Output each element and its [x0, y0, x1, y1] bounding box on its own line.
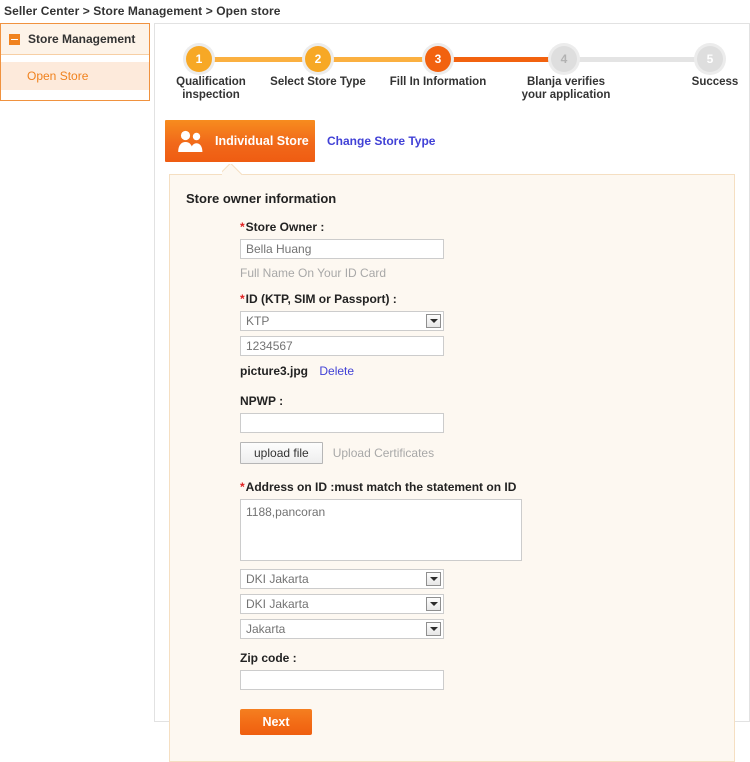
step-number-3: 3 — [434, 52, 442, 66]
breadcrumb: Seller Center > Store Management > Open … — [4, 4, 281, 18]
content-panel: 1 2 3 4 5 Qualification inspection Selec… — [154, 23, 750, 762]
sidebar-item-open-store[interactable]: Open Store — [1, 62, 149, 90]
stepper-bar-1-2 — [199, 57, 315, 62]
store-owner-label: *Store Owner : — [240, 220, 734, 234]
page-title: Store owner information — [186, 191, 337, 206]
store-owner-label-text: Store Owner : — [245, 220, 325, 234]
step-circle-3[interactable]: 3 — [425, 46, 451, 72]
store-owner-form-card: Store owner information *Store Owner : F… — [169, 174, 735, 762]
stepper-track: 1 2 3 4 5 Qualification inspection Selec… — [173, 43, 738, 101]
tab-pointer-triangle — [222, 164, 244, 175]
step-label-4: Blanja verifies your application — [521, 76, 611, 101]
zip-code-input[interactable] — [240, 670, 444, 690]
npwp-input[interactable] — [240, 413, 444, 433]
sidebar-header[interactable]: Store Management — [1, 24, 149, 55]
step-number-2: 2 — [314, 52, 322, 66]
zip-code-label: Zip code : — [240, 651, 297, 665]
step-circle-2[interactable]: 2 — [305, 46, 331, 72]
id-file-row: picture3.jpg Delete — [240, 364, 734, 378]
page-layout: Store Management Open Store 1 2 3 4 5 Qu… — [0, 23, 750, 762]
upload-certificates-hint: Upload Certificates — [332, 446, 435, 460]
province-select[interactable]: DKI Jakarta — [240, 569, 444, 589]
store-type-row: Individual Store Change Store Type — [165, 120, 749, 162]
step-number-1: 1 — [195, 52, 203, 66]
step-circle-4[interactable]: 4 — [551, 46, 577, 72]
city-select[interactable]: DKI Jakarta — [240, 594, 444, 614]
chevron-down-icon-district[interactable] — [426, 622, 441, 636]
chevron-down-icon-province[interactable] — [426, 572, 441, 586]
tab-individual-store[interactable]: Individual Store — [165, 120, 315, 162]
store-owner-hint: Full Name On Your ID Card — [240, 266, 387, 280]
city-selected-value: DKI Jakarta — [246, 597, 309, 611]
sidebar-header-label: Store Management — [28, 32, 136, 46]
id-type-select[interactable]: KTP — [240, 311, 444, 331]
step-number-4: 4 — [560, 52, 568, 66]
store-owner-input[interactable] — [240, 239, 444, 259]
delete-id-file-link[interactable]: Delete — [319, 364, 354, 378]
upload-file-button[interactable]: upload file — [240, 442, 323, 464]
id-type-label: *ID (KTP, SIM or Passport) : — [240, 292, 734, 306]
required-asterisk-id-type: * — [240, 292, 245, 306]
stepper-bar-4-5 — [561, 57, 707, 62]
sidebar: Store Management Open Store — [0, 23, 150, 101]
address-textarea[interactable] — [240, 499, 522, 561]
id-type-selected-value: KTP — [246, 314, 270, 328]
step-circle-1[interactable]: 1 — [186, 46, 212, 72]
address-label-text: Address on ID :must match the statement … — [245, 480, 517, 494]
minus-square-icon[interactable] — [9, 33, 20, 45]
step-label-5: Success — [691, 76, 739, 88]
form-fields: *Store Owner : Full Name On Your ID Card… — [240, 220, 734, 735]
step-circle-5[interactable]: 5 — [697, 46, 723, 72]
chevron-down-icon-city[interactable] — [426, 597, 441, 611]
step-label-1: Qualification inspection — [176, 76, 246, 101]
tab-individual-store-label: Individual Store — [215, 134, 309, 148]
sidebar-divider — [1, 55, 149, 62]
step-label-2: Select Store Type — [270, 76, 366, 88]
id-number-input[interactable] — [240, 336, 444, 356]
required-asterisk-address: * — [240, 480, 245, 494]
province-selected-value: DKI Jakarta — [246, 572, 309, 586]
people-icon — [177, 128, 207, 154]
npwp-label: NPWP : — [240, 394, 284, 408]
step-label-3: Fill In Information — [389, 76, 487, 88]
district-selected-value: Jakarta — [246, 622, 286, 636]
change-store-type-link[interactable]: Change Store Type — [327, 134, 435, 148]
chevron-down-icon[interactable] — [426, 314, 441, 328]
id-type-label-text: ID (KTP, SIM or Passport) : — [245, 292, 397, 306]
id-file-name: picture3.jpg — [240, 364, 309, 378]
address-label: *Address on ID :must match the statement… — [240, 480, 734, 494]
npwp-upload-row: upload file Upload Certificates — [240, 442, 734, 464]
sidebar-filler — [1, 90, 149, 100]
next-button[interactable]: Next — [240, 709, 312, 735]
progress-stepper: 1 2 3 4 5 Qualification inspection Selec… — [173, 43, 738, 112]
district-select[interactable]: Jakarta — [240, 619, 444, 639]
step-number-5: 5 — [706, 52, 714, 66]
required-asterisk-store-owner: * — [240, 220, 245, 234]
